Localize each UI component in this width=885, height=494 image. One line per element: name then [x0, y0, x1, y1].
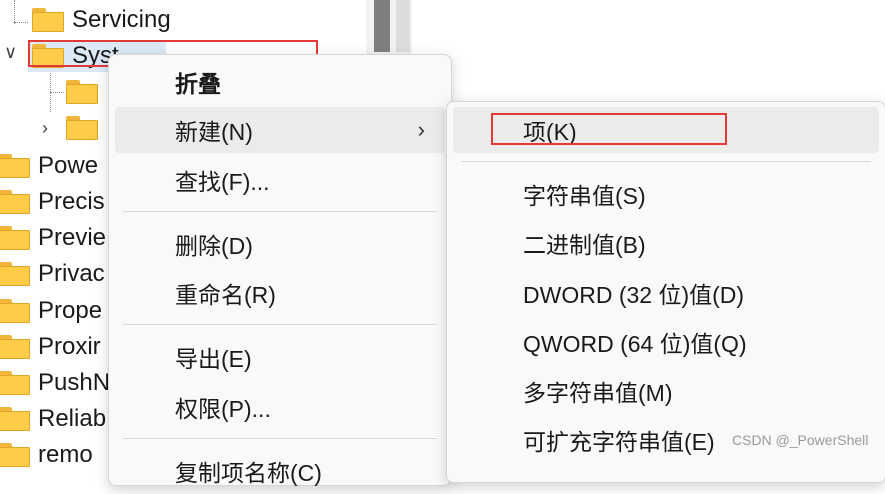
folder-icon — [66, 116, 98, 140]
menu-separator — [123, 211, 437, 212]
tree-node-label: Proxir — [38, 333, 101, 360]
tree-node[interactable]: Powe — [0, 149, 98, 183]
tree-line — [50, 70, 51, 112]
folder-icon — [0, 226, 30, 250]
menu-item-rename[interactable]: 重命名(R) — [115, 270, 445, 316]
scrollbar-thumb-secondary[interactable] — [396, 0, 410, 52]
menu-item-delete[interactable]: 删除(D) — [115, 221, 445, 267]
menu-item-label: 折叠 — [175, 71, 221, 97]
tree-node-label: remo — [38, 441, 93, 468]
submenu-item-multi-string-value[interactable]: 多字符串值(M) — [453, 368, 879, 414]
menu-item-collapse[interactable]: 折叠 — [115, 59, 445, 105]
menu-item-label: 字符串值(S) — [523, 183, 646, 209]
menu-item-new[interactable]: 新建(N) › — [115, 107, 445, 153]
tree-node-child[interactable] — [66, 111, 106, 145]
tree-node-label: Powe — [38, 152, 99, 179]
tree-node[interactable]: Prope — [0, 294, 102, 328]
menu-separator — [123, 438, 437, 439]
tree-node-label: Prope — [38, 297, 103, 324]
menu-item-label: 权限(P)... — [175, 396, 271, 422]
folder-icon — [0, 443, 30, 467]
folder-icon — [0, 262, 30, 286]
menu-item-label: 导出(E) — [175, 346, 252, 372]
context-menu: 折叠 新建(N) › 查找(F)... 删除(D) 重命名(R) 导出(E) 权… — [108, 54, 452, 486]
tree-node[interactable]: remo — [0, 438, 93, 472]
tree-node-label: Reliab — [38, 405, 107, 432]
watermark: CSDN @_PowerShell — [732, 432, 869, 448]
tree-node[interactable]: Precis — [0, 185, 105, 219]
menu-item-label: 删除(D) — [175, 233, 253, 259]
scrollbar-thumb[interactable] — [374, 0, 390, 52]
menu-item-permissions[interactable]: 权限(P)... — [115, 384, 445, 430]
menu-item-label: QWORD (64 位)值(Q) — [523, 331, 747, 357]
tree-node-label: Previe — [38, 224, 107, 251]
menu-item-find[interactable]: 查找(F)... — [115, 157, 445, 203]
folder-icon — [0, 407, 30, 431]
tree-node[interactable]: Proxir — [0, 330, 101, 364]
chevron-right-icon[interactable]: › — [42, 118, 48, 139]
menu-item-label: 可扩充字符串值(E) — [523, 429, 715, 455]
menu-item-label: 重命名(R) — [175, 282, 276, 308]
menu-separator — [461, 161, 871, 162]
menu-separator — [123, 324, 437, 325]
menu-item-label: 新建(N) — [175, 119, 253, 145]
folder-icon — [0, 299, 30, 323]
folder-icon — [0, 335, 30, 359]
menu-item-label: DWORD (32 位)值(D) — [523, 282, 745, 308]
folder-icon — [32, 8, 64, 32]
menu-item-label: 二进制值(B) — [523, 232, 646, 258]
submenu-item-dword-value[interactable]: DWORD (32 位)值(D) — [453, 270, 879, 316]
submenu-item-string-value[interactable]: 字符串值(S) — [453, 171, 879, 217]
submenu-item-qword-value[interactable]: QWORD (64 位)值(Q) — [453, 319, 879, 365]
tree-line — [14, 0, 15, 24]
tree-line — [14, 22, 28, 23]
tree-node-child[interactable] — [66, 75, 106, 109]
chevron-down-icon[interactable]: ∨ — [4, 42, 17, 63]
tree-node-label: PushN — [38, 369, 111, 396]
tree-node[interactable]: Previe — [0, 221, 106, 255]
tree-node-servicing[interactable]: Servicing — [32, 3, 171, 37]
menu-item-copy-key-name[interactable]: 复制项名称(C) — [115, 448, 445, 494]
folder-icon — [0, 371, 30, 395]
tree-node[interactable]: PushN — [0, 366, 110, 400]
menu-item-label: 多字符串值(M) — [523, 380, 673, 406]
menu-item-label: 查找(F)... — [175, 169, 270, 195]
submenu-item-binary-value[interactable]: 二进制值(B) — [453, 220, 879, 266]
menu-item-export[interactable]: 导出(E) — [115, 334, 445, 380]
tree-node[interactable]: Reliab — [0, 402, 106, 436]
chevron-right-icon: › — [417, 117, 425, 142]
tree-node-label: Precis — [38, 188, 105, 215]
tree-line — [50, 92, 64, 93]
folder-icon — [0, 190, 30, 214]
folder-icon — [0, 154, 30, 178]
highlight-box-submenu — [491, 113, 727, 145]
menu-item-label: 复制项名称(C) — [175, 460, 322, 486]
tree-node-label: Privac — [38, 260, 105, 287]
tree-node-label: Servicing — [72, 6, 171, 33]
tree-node[interactable]: Privac — [0, 257, 105, 291]
new-submenu: 项(K) 字符串值(S) 二进制值(B) DWORD (32 位)值(D) QW… — [446, 101, 885, 483]
folder-icon — [66, 80, 98, 104]
